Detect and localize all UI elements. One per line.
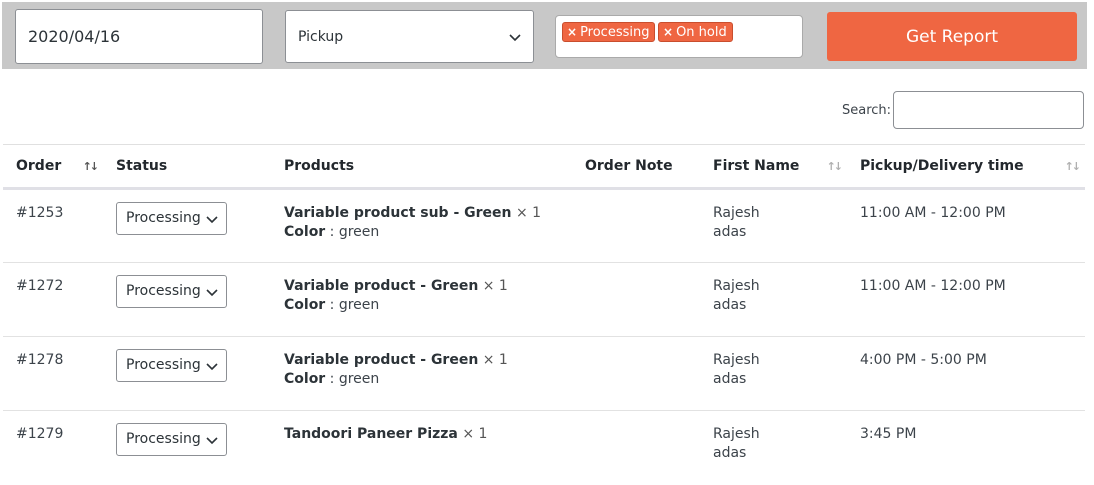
product-name: Tandoori Paneer Pizza [284,426,458,442]
customer-name-cell: Rajesh adas [700,337,847,411]
products-cell: Tandoori Paneer Pizza × 1 [271,411,572,485]
customer-name-cell: Rajesh adas [700,263,847,337]
products-cell: Variable product sub - Green × 1 Color : … [271,189,572,263]
chip-label: On hold [676,25,727,40]
row-status-select[interactable]: Processing [116,202,227,235]
last-name: adas [713,224,747,240]
product-qty: × 1 [482,278,508,294]
chip-label: Processing [580,25,650,40]
first-name: Rajesh [713,426,760,442]
status-chip-on-hold: × On hold [658,22,733,42]
delivery-type-select[interactable]: Pickup [285,10,534,63]
column-header-order-note: Order Note [572,144,700,190]
column-header-pickup-time[interactable]: Pickup/Delivery time ↑↓ [847,144,1085,190]
status-multiselect[interactable]: × Processing × On hold [555,15,803,58]
chevron-down-icon [206,362,218,370]
pickup-time: 4:00 PM - 5:00 PM [860,352,987,368]
order-number[interactable]: #1253 [3,189,103,263]
product-qty: × 1 [482,352,508,368]
table-row: #1279 Processing Tandoori Paneer Pizza ×… [3,411,1085,485]
date-input[interactable] [15,9,263,64]
order-number[interactable]: #1279 [3,411,103,485]
product-name: Variable product - Green [284,278,479,294]
column-header-status: Status [103,144,271,190]
pickup-time: 11:00 AM - 12:00 PM [860,205,1006,221]
attribute-separator: : [325,224,339,240]
order-note [572,189,700,263]
product-name: Variable product - Green [284,352,479,368]
table-row: #1278 Processing Variable product - Gree… [3,337,1085,411]
order-note [572,411,700,485]
attribute-separator: : [325,297,339,313]
chevron-down-icon [206,436,218,444]
table-row: #1272 Processing Variable product - Gree… [3,263,1085,337]
product-qty: × 1 [462,426,488,442]
table-row: #1253 Processing Variable product sub - … [3,189,1085,263]
last-name: adas [713,445,747,461]
column-header-products: Products [271,144,572,190]
products-cell: Variable product - Green × 1 Color : gree… [271,337,572,411]
order-number[interactable]: #1272 [3,263,103,337]
order-note [572,263,700,337]
chevron-down-icon [206,215,218,223]
chevron-down-icon [509,34,521,42]
attribute-label: Color [284,371,326,387]
product-name: Variable product sub - Green [284,205,512,221]
row-status-select[interactable]: Processing [116,423,227,456]
chip-remove-icon[interactable]: × [567,25,577,39]
attribute-value: green [338,224,380,240]
attribute-label: Color [284,297,326,313]
first-name: Rajesh [713,205,760,221]
attribute-label: Color [284,224,326,240]
row-status-select[interactable]: Processing [116,275,227,308]
order-number[interactable]: #1278 [3,337,103,411]
chip-remove-icon[interactable]: × [663,25,673,39]
product-qty: × 1 [515,205,542,221]
pickup-time: 11:00 AM - 12:00 PM [860,278,1006,294]
sort-icon: ↑↓ [82,160,100,173]
search-input[interactable] [893,91,1084,129]
row-status-select[interactable]: Processing [116,349,227,382]
chevron-down-icon [206,288,218,296]
first-name: Rajesh [713,352,760,368]
attribute-value: green [338,371,380,387]
attribute-separator: : [325,371,339,387]
last-name: adas [713,371,747,387]
first-name: Rajesh [713,278,760,294]
products-cell: Variable product - Green × 1 Color : gree… [271,263,572,337]
sort-icon: ↑↓ [1064,160,1082,173]
pickup-time: 3:45 PM [860,426,917,442]
last-name: adas [713,297,747,313]
attribute-value: green [338,297,380,313]
column-header-first-name[interactable]: First Name ↑↓ [700,144,847,190]
status-chip-processing: × Processing [562,22,656,42]
orders-table: Order ↑↓ Status Products Order Note First… [3,144,1085,485]
order-note [572,337,700,411]
table-header-row: Order ↑↓ Status Products Order Note First… [3,144,1085,190]
delivery-type-value: Pickup [298,28,344,45]
column-header-order[interactable]: Order ↑↓ [3,144,103,190]
customer-name-cell: Rajesh adas [700,411,847,485]
customer-name-cell: Rajesh adas [700,189,847,263]
search-label: Search: [842,103,892,118]
sort-icon: ↑↓ [826,160,844,173]
get-report-button[interactable]: Get Report [827,12,1077,61]
filter-bar: Pickup ×Processing ×On hold Get Report [2,2,1087,69]
